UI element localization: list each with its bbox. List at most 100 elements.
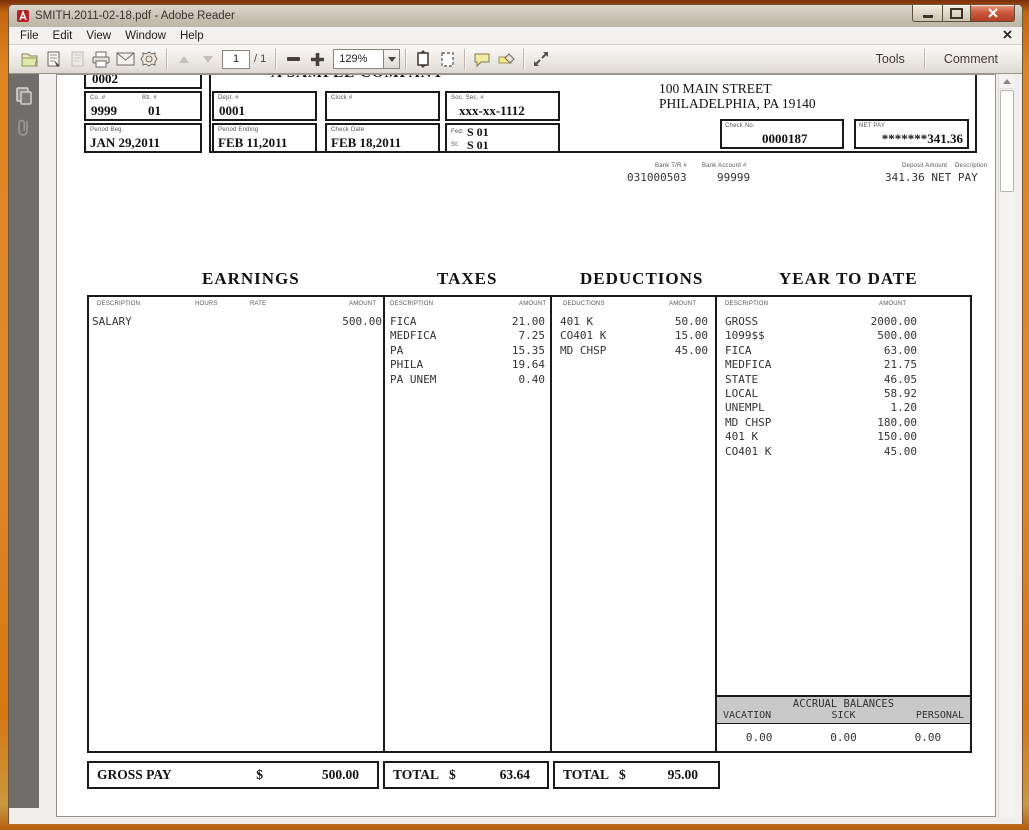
table-divider	[550, 295, 552, 753]
document-area: 0002 A SAMPLE COMPANY 100 MAIN STREET PH…	[9, 74, 1022, 824]
save-copy-button[interactable]	[65, 47, 89, 71]
accrual-balances-box: ACCRUAL BALANCES VACATION SICK PERSONAL …	[715, 695, 972, 753]
highlight-text-icon	[497, 52, 515, 67]
toolbar-separator	[405, 49, 406, 69]
description-label: Description	[955, 163, 987, 169]
net-pay-label: NET PAY	[859, 123, 885, 129]
table-row: PA15.35	[390, 344, 545, 358]
table-row: LOCAL58.92	[725, 387, 917, 401]
highlight-text-button[interactable]	[494, 47, 518, 71]
scrollbar-thumb[interactable]	[1000, 90, 1014, 192]
print-button[interactable]	[89, 47, 113, 71]
close-icon	[988, 8, 998, 18]
zoom-out-button[interactable]	[281, 47, 305, 71]
co-value: 9999	[91, 103, 117, 119]
accrual-col-vacation: VACATION	[723, 710, 771, 721]
zoom-dropdown-button[interactable]	[384, 49, 400, 69]
period-end-box: Period Ending FEB 11,2011	[212, 123, 317, 153]
close-button[interactable]	[971, 5, 1015, 22]
minimize-icon	[923, 15, 933, 18]
bank-acct-value: 99999	[717, 171, 750, 184]
open-icon	[20, 51, 39, 68]
period-beg-label: Period Beg.	[90, 127, 124, 133]
tools-panel-button[interactable]: Tools	[862, 49, 919, 69]
menu-window[interactable]: Window	[118, 29, 173, 43]
company-name: A SAMPLE COMPANY	[271, 74, 444, 82]
deductions-total-label: TOTAL	[563, 767, 609, 783]
fed-status-label: Fed:	[451, 129, 464, 135]
deductions-col-description: DEDUCTIONS	[563, 301, 605, 307]
menu-help[interactable]: Help	[173, 29, 211, 43]
clock-box: Clock #	[325, 91, 440, 121]
table-row: 1099$$500.00	[725, 329, 917, 343]
email-button[interactable]	[113, 47, 137, 71]
taxes-total-box: TOTAL $ 63.64	[383, 761, 549, 789]
previous-page-button[interactable]	[172, 47, 196, 71]
table-row: CO401 K45.00	[725, 445, 917, 459]
open-button[interactable]	[17, 47, 41, 71]
taxes-total-label: TOTAL	[393, 767, 439, 783]
title-bar[interactable]: SMITH.2011-02-18.pdf - Adobe Reader	[9, 5, 1022, 27]
table-row: 401 K50.00	[560, 315, 708, 329]
menu-view[interactable]: View	[79, 29, 118, 43]
earnings-title: EARNINGS	[202, 269, 300, 289]
tax-status-box: Fed: S 01 St: S 01	[445, 123, 560, 153]
batch-number-box: 0002	[84, 74, 202, 89]
deductions-title: DEDUCTIONS	[580, 269, 703, 289]
deposit-value: 341.36 NET PAY	[885, 171, 978, 184]
scroll-up-button[interactable]	[999, 74, 1014, 89]
vertical-scrollbar[interactable]	[998, 74, 1014, 818]
adobe-reader-app-icon	[16, 9, 30, 23]
gross-pay-value: 500.00	[263, 767, 359, 783]
ssn-label: Soc. Sec. #	[451, 95, 484, 101]
deductions-rows: 401 K50.00 CO401 K15.00 MD CHSP45.00	[560, 315, 708, 358]
previous-page-icon	[179, 56, 189, 63]
email-icon	[116, 52, 135, 66]
ytd-col-amount: AMOUNT	[879, 301, 906, 307]
scrolling-mode-button[interactable]	[411, 47, 435, 71]
minimize-button[interactable]	[912, 5, 943, 22]
page-count-label: / 1	[254, 53, 266, 65]
deductions-total-value: 95.00	[626, 767, 698, 783]
net-pay-box: NET PAY *******341.36	[854, 119, 969, 149]
toolbar-separator	[166, 49, 167, 69]
period-end-label: Period Ending	[218, 127, 258, 133]
check-date-box: Check Date FEB 18,2011	[325, 123, 440, 153]
toolbar-separator	[523, 49, 524, 69]
dept-label: Dept. #	[218, 95, 239, 101]
comment-panel-button[interactable]: Comment	[930, 49, 1012, 69]
table-row: GROSS2000.00	[725, 315, 917, 329]
sticky-note-icon	[473, 52, 491, 67]
print-icon	[91, 51, 111, 68]
check-no-label: Check No.	[725, 123, 755, 129]
menu-bar: File Edit View Window Help	[9, 27, 1022, 45]
page-number-input[interactable]: 1	[222, 50, 250, 69]
check-no-value: 0000187	[762, 131, 808, 147]
taxes-title: TAXES	[437, 269, 497, 289]
bank-tr-value: 031000503	[627, 171, 687, 184]
attachments-button[interactable]	[9, 118, 39, 138]
next-page-button[interactable]	[196, 47, 220, 71]
scrolling-mode-icon	[415, 50, 431, 68]
page-thumbnails-button[interactable]	[9, 86, 39, 106]
zoom-in-button[interactable]	[305, 47, 329, 71]
sign-button[interactable]	[137, 47, 161, 71]
sticky-note-button[interactable]	[470, 47, 494, 71]
btl-value: 01	[148, 103, 161, 119]
toolbar-separator	[924, 49, 925, 69]
maximize-button[interactable]	[943, 5, 971, 22]
accrual-col-personal: PERSONAL	[916, 710, 964, 721]
fullscreen-button[interactable]	[529, 47, 553, 71]
accrual-title: ACCRUAL BALANCES	[717, 698, 970, 710]
single-page-mode-button[interactable]	[435, 47, 459, 71]
menu-file[interactable]: File	[13, 29, 46, 43]
close-document-icon[interactable]	[1003, 30, 1012, 39]
fullscreen-icon	[533, 51, 549, 67]
menu-edit[interactable]: Edit	[46, 29, 80, 43]
caption-buttons	[912, 5, 1015, 22]
earnings-rows: SALARY500.00	[92, 315, 382, 329]
table-row: FICA63.00	[725, 344, 917, 358]
save-button[interactable]	[41, 47, 65, 71]
zoom-level-input[interactable]: 129%	[333, 49, 384, 69]
table-row: 401 K150.00	[725, 430, 917, 444]
